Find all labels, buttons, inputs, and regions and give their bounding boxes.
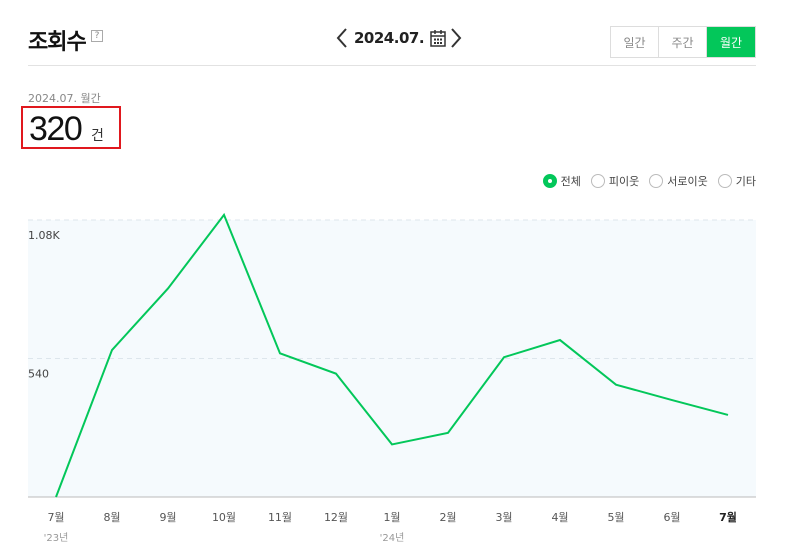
x-tick-label: 9월 — [159, 511, 176, 524]
views-line-chart: 1.08K 540 7월 8월 9월 10월 11월 12월 1월 2월 3월 4월 5월 6월 7월 '23… — [28, 212, 756, 544]
x-tick-label: 12월 — [324, 511, 348, 524]
x-year-label: '23년 — [44, 532, 69, 544]
x-tick-label: 11월 — [268, 511, 292, 524]
x-tick-label: 8월 — [103, 511, 120, 524]
x-tick-label: 4월 — [551, 511, 568, 524]
x-tick-label: 7월 — [47, 511, 64, 524]
x-tick-label: 7월 — [719, 510, 737, 524]
y-tick-label: 540 — [28, 368, 49, 381]
x-tick-label: 3월 — [495, 511, 512, 524]
x-tick-label: 1월 — [383, 511, 400, 524]
x-tick-label: 10월 — [212, 511, 236, 524]
y-tick-label: 1.08K — [28, 229, 60, 242]
x-tick-label: 2월 — [439, 511, 456, 524]
x-tick-label: 6월 — [663, 511, 680, 524]
x-tick-label: 5월 — [607, 511, 624, 524]
x-year-label: '24년 — [380, 532, 405, 544]
